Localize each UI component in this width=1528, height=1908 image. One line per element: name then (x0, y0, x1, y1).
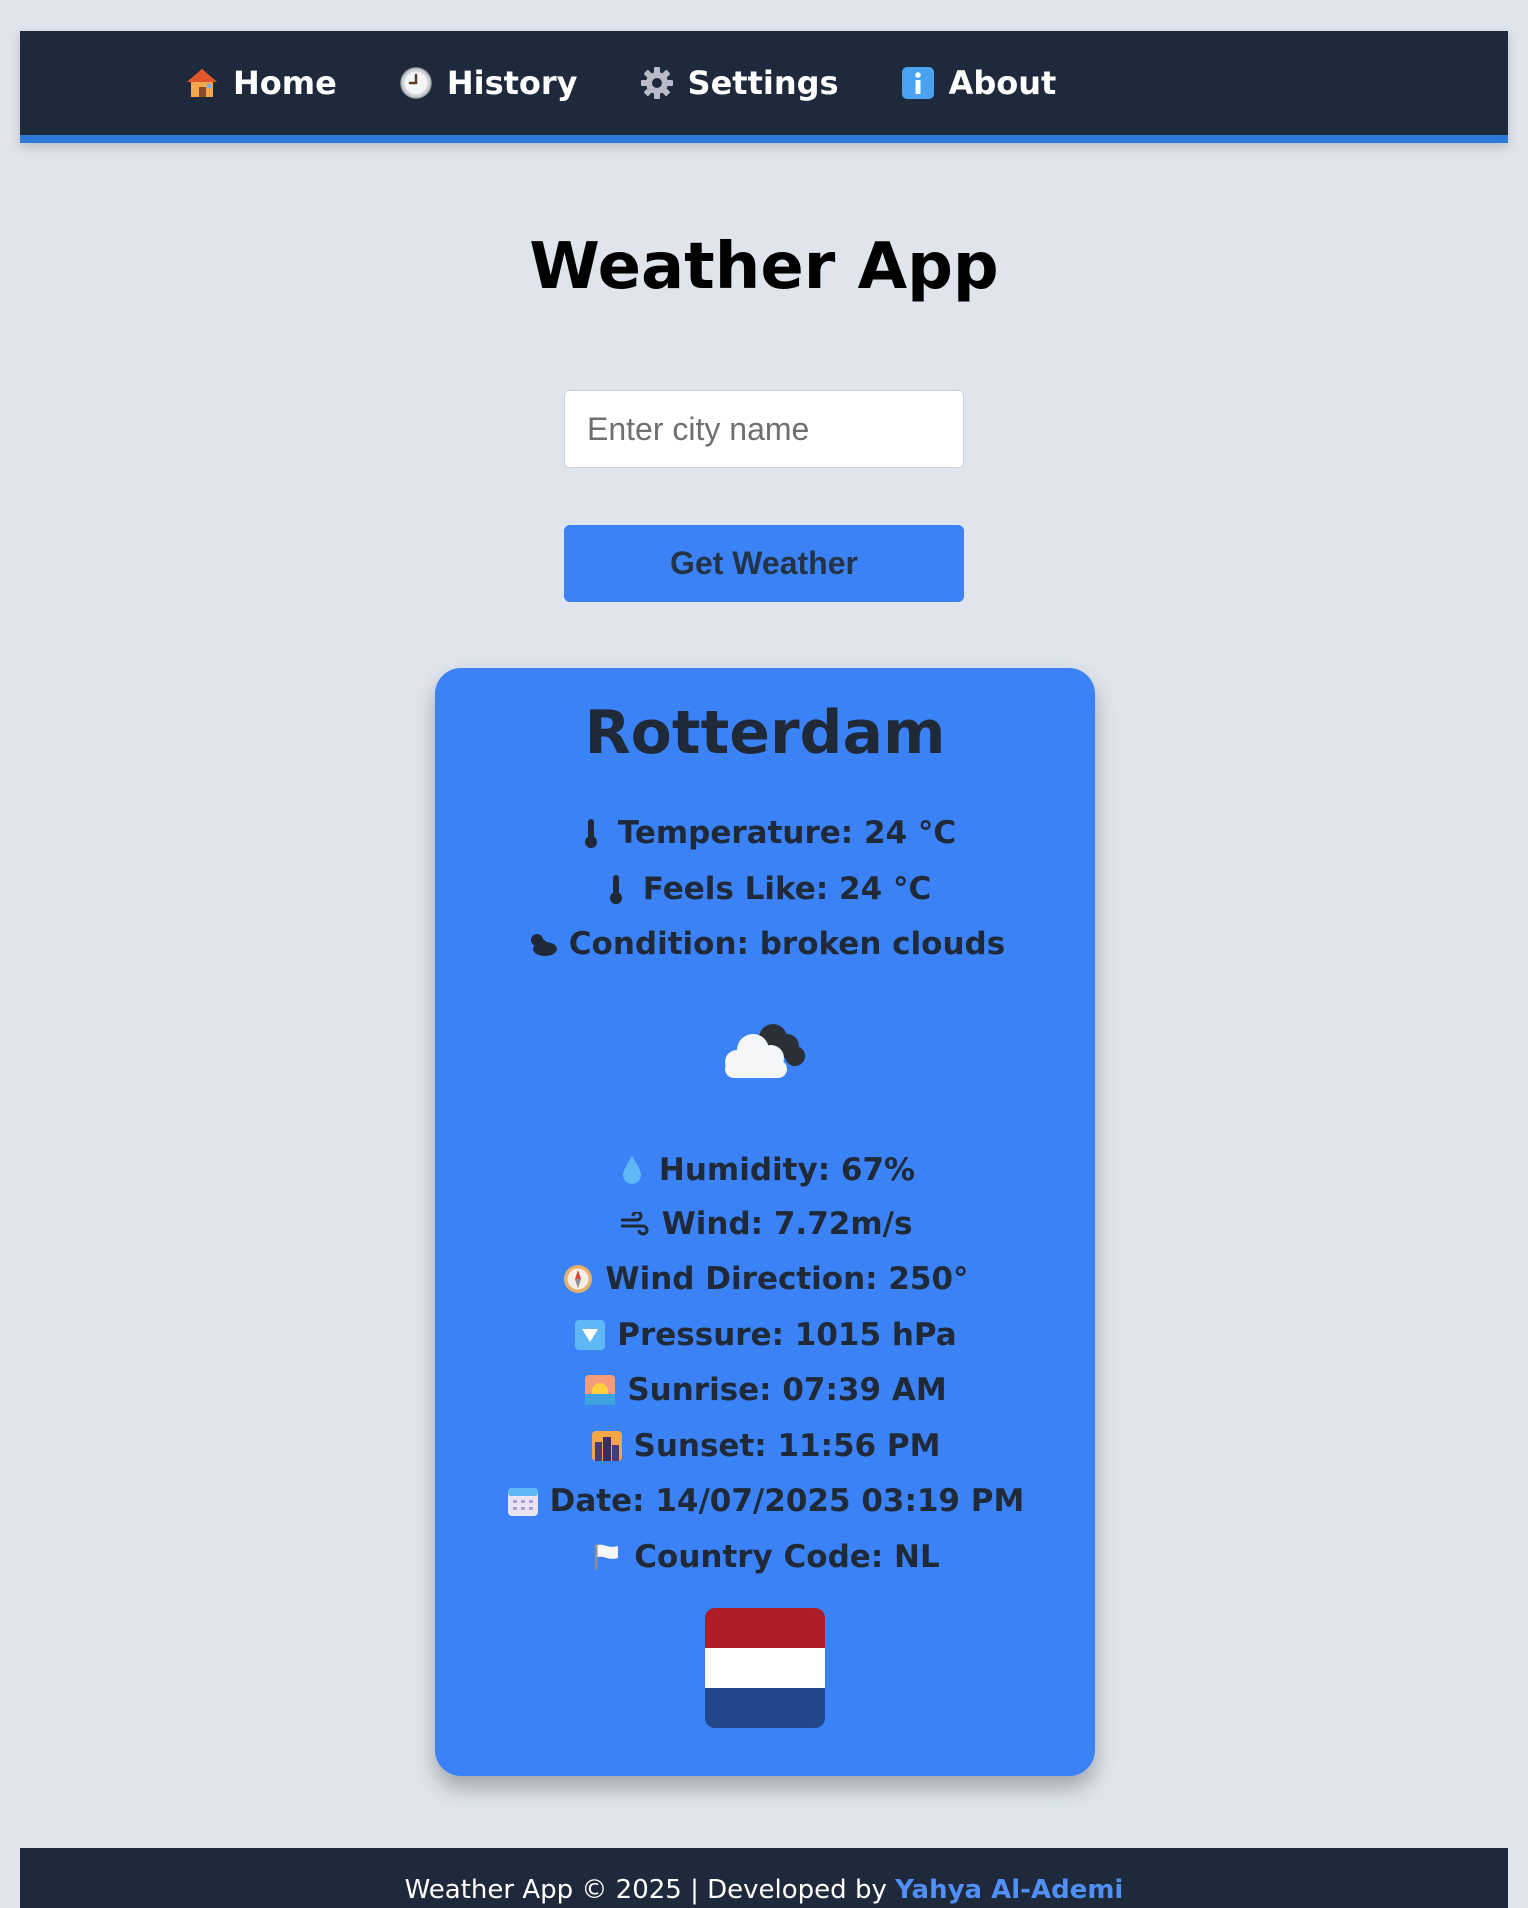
thermometer-icon (599, 872, 633, 906)
sunrise-icon (583, 1373, 617, 1407)
flag-stripe-blue (705, 1688, 825, 1728)
wind-value: Wind: 7.72m/s (661, 1206, 913, 1242)
thermometer-icon (574, 816, 608, 850)
city-sunset-icon (590, 1429, 624, 1463)
nav-item-home[interactable]: Home (185, 64, 337, 102)
white-flag-icon (590, 1540, 624, 1574)
nav-item-label: Settings (687, 64, 839, 102)
date-row: Date: 14/07/2025 03:19 PM (435, 1479, 1095, 1523)
country-flag (705, 1608, 825, 1728)
wind-direction-value: Wind Direction: 250° (605, 1261, 969, 1297)
calendar-icon (506, 1484, 540, 1518)
compass-icon (561, 1262, 595, 1296)
nav-item-label: History (446, 64, 578, 102)
page-title: Weather App (529, 230, 999, 304)
clock-icon (399, 66, 433, 100)
nav-list: Home History Settings About (185, 31, 1056, 135)
wind-face-icon (618, 1207, 652, 1241)
pressure-row: Pressure: 1015 hPa (435, 1313, 1095, 1357)
nav-item-label: About (948, 64, 1057, 102)
feels-like-row: Feels Like: 24 °C (435, 867, 1095, 911)
footer-text: Weather App © 2025 | Developed by (404, 1875, 896, 1905)
country-code-value: Country Code: NL (634, 1539, 940, 1575)
city-input[interactable] (564, 390, 964, 468)
droplet-icon (615, 1153, 649, 1187)
condition-row: Condition: broken clouds (435, 922, 1095, 966)
nav-item-settings[interactable]: Settings (640, 64, 839, 102)
navbar: Home History Settings About (20, 31, 1508, 143)
flag-stripe-white (705, 1648, 825, 1688)
info-icon (901, 66, 935, 100)
humidity-value: Humidity: 67% (658, 1152, 916, 1188)
city-name: Rotterdam (584, 698, 946, 768)
house-icon (185, 66, 219, 100)
humidity-row: Humidity: 67% (435, 1148, 1095, 1192)
sunrise-row: Sunrise: 07:39 AM (435, 1368, 1095, 1412)
temperature-row: Temperature: 24 °C (435, 811, 1095, 855)
wind-row: Wind: 7.72m/s (435, 1202, 1095, 1246)
gear-icon (640, 66, 674, 100)
sun-behind-cloud-icon (525, 927, 559, 961)
author-link[interactable]: Yahya Al-Ademi (895, 1875, 1123, 1905)
nav-item-label: Home (233, 64, 337, 102)
date-value: Date: 14/07/2025 03:19 PM (549, 1483, 1025, 1519)
condition-value: Condition: broken clouds (568, 926, 1006, 962)
wind-direction-row: Wind Direction: 250° (435, 1257, 1095, 1301)
down-triangle-icon (573, 1318, 607, 1352)
sunset-value: Sunset: 11:56 PM (633, 1428, 941, 1464)
pressure-value: Pressure: 1015 hPa (617, 1317, 957, 1353)
temperature-value: Temperature: 24 °C (617, 815, 957, 851)
sunset-row: Sunset: 11:56 PM (435, 1424, 1095, 1468)
footer: Weather App © 2025 | Developed by Yahya … (20, 1848, 1508, 1908)
weather-card: Rotterdam Temperature: 24 °C Feels Like:… (435, 668, 1095, 1776)
nav-item-history[interactable]: History (399, 64, 578, 102)
nav-item-about[interactable]: About (901, 64, 1057, 102)
country-code-row: Country Code: NL (435, 1535, 1095, 1579)
broken-clouds-icon (725, 1024, 805, 1078)
feels-like-value: Feels Like: 24 °C (642, 871, 932, 907)
get-weather-button[interactable]: Get Weather (564, 525, 964, 602)
sunrise-value: Sunrise: 07:39 AM (627, 1372, 947, 1408)
flag-stripe-red (705, 1608, 825, 1648)
